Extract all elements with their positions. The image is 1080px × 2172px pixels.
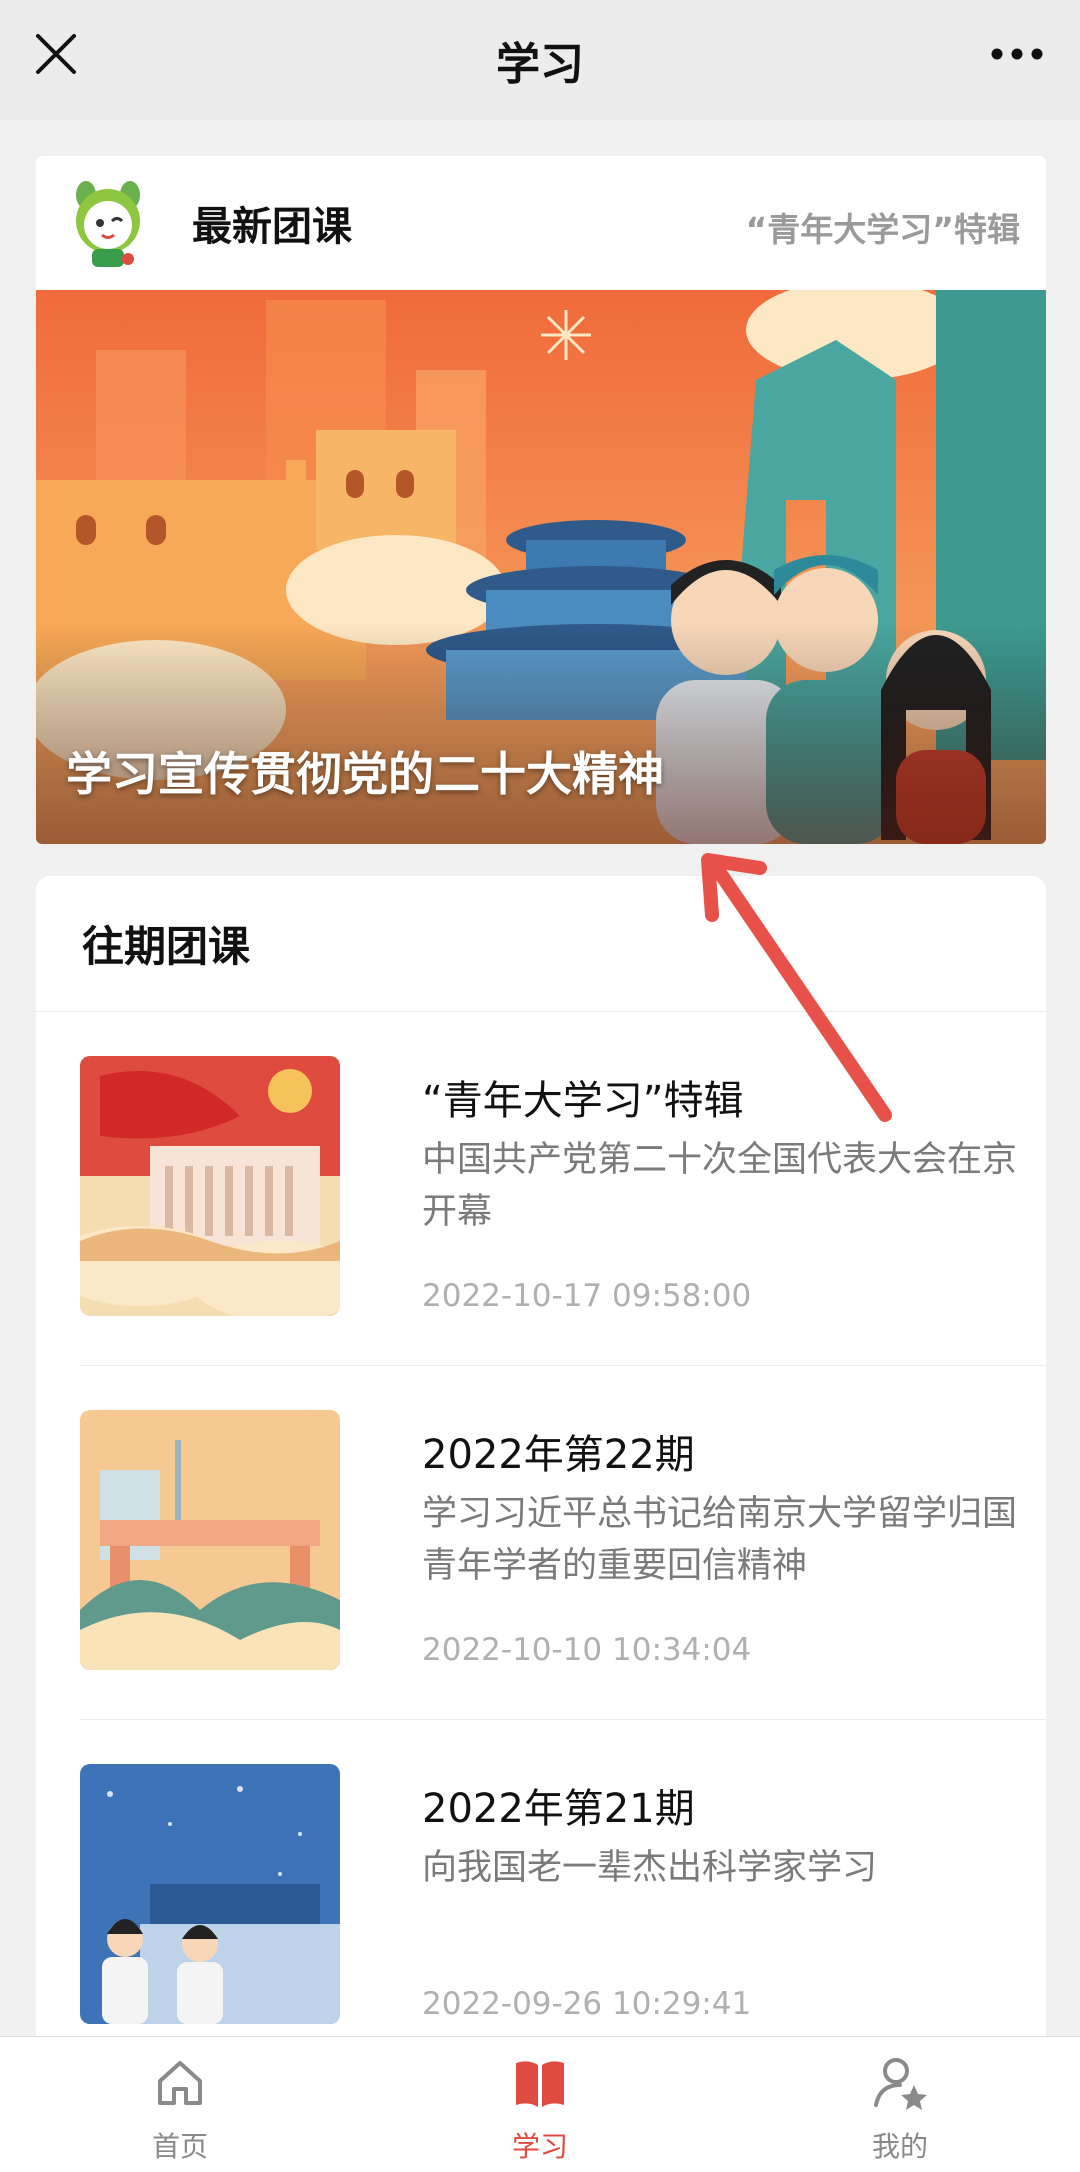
latest-lesson-title: 最新团课 — [192, 204, 352, 250]
lesson-date: 2022-09-26 10:29:41 — [422, 1986, 752, 2022]
more-dots-icon[interactable] — [982, 26, 1052, 82]
lesson-description: 向我国老一辈杰出科学家学习 — [422, 1848, 878, 1888]
latest-lesson-card: 最新团课 “青年大学习”特辑 学习宣传贯彻党的二十大精神 — [36, 156, 1046, 844]
book-icon — [508, 2051, 572, 2115]
past-lessons-card: 往期团课 “青年大学习”特辑 中国共产党第二十次全国代表大会在京开幕 2022-… — [36, 876, 1046, 2036]
special-edition-link[interactable]: “青年大学习”特辑 — [746, 203, 1020, 251]
lesson-thumbnail — [80, 1410, 340, 1670]
tab-home[interactable]: 首页 — [0, 2037, 360, 2172]
lesson-date: 2022-10-10 10:34:04 — [422, 1632, 752, 1668]
lesson-item[interactable]: 2022年第21期 向我国老一辈杰出科学家学习 2022-09-26 10:29… — [80, 1720, 1046, 2036]
tab-profile[interactable]: 我的 — [720, 2037, 1080, 2172]
banner-caption: 学习宣传贯彻党的二十大精神 — [66, 747, 664, 801]
lesson-thumbnail — [80, 1056, 340, 1316]
bottom-tab-bar: 首页 学习 我的 — [0, 2036, 1080, 2172]
lesson-item[interactable]: “青年大学习”特辑 中国共产党第二十次全国代表大会在京开幕 2022-10-17… — [80, 1012, 1046, 1366]
lesson-date: 2022-10-17 09:58:00 — [422, 1278, 752, 1314]
lesson-thumbnail — [80, 1764, 340, 2024]
lesson-item[interactable]: 2022年第22期 学习习近平总书记给南京大学留学归国青年学者的重要回信精神 2… — [80, 1366, 1046, 1720]
tab-study[interactable]: 学习 — [360, 2037, 720, 2172]
lesson-description: 学习习近平总书记给南京大学留学归国青年学者的重要回信精神 — [422, 1494, 1018, 1586]
past-lessons-heading: 往期团课 — [36, 876, 1046, 1012]
lesson-title: 2022年第22期 — [422, 1432, 695, 1478]
latest-lesson-banner[interactable]: 学习宣传贯彻党的二十大精神 — [36, 290, 1046, 844]
tab-label: 学习 — [511, 2130, 568, 2163]
latest-lesson-header: 最新团课 “青年大学习”特辑 — [36, 156, 1046, 290]
tab-label: 首页 — [151, 2130, 208, 2163]
tab-label: 我的 — [871, 2130, 928, 2163]
lesson-title: 2022年第21期 — [422, 1786, 695, 1832]
mascot-avatar — [76, 181, 140, 267]
top-nav-bar: 学习 — [0, 0, 1080, 120]
lesson-title: “青年大学习”特辑 — [422, 1078, 744, 1124]
page-title: 学习 — [496, 39, 584, 90]
home-icon — [148, 2051, 212, 2115]
profile-star-icon — [868, 2051, 932, 2115]
lesson-description: 中国共产党第二十次全国代表大会在京开幕 — [422, 1140, 1018, 1232]
close-icon[interactable] — [28, 26, 84, 82]
